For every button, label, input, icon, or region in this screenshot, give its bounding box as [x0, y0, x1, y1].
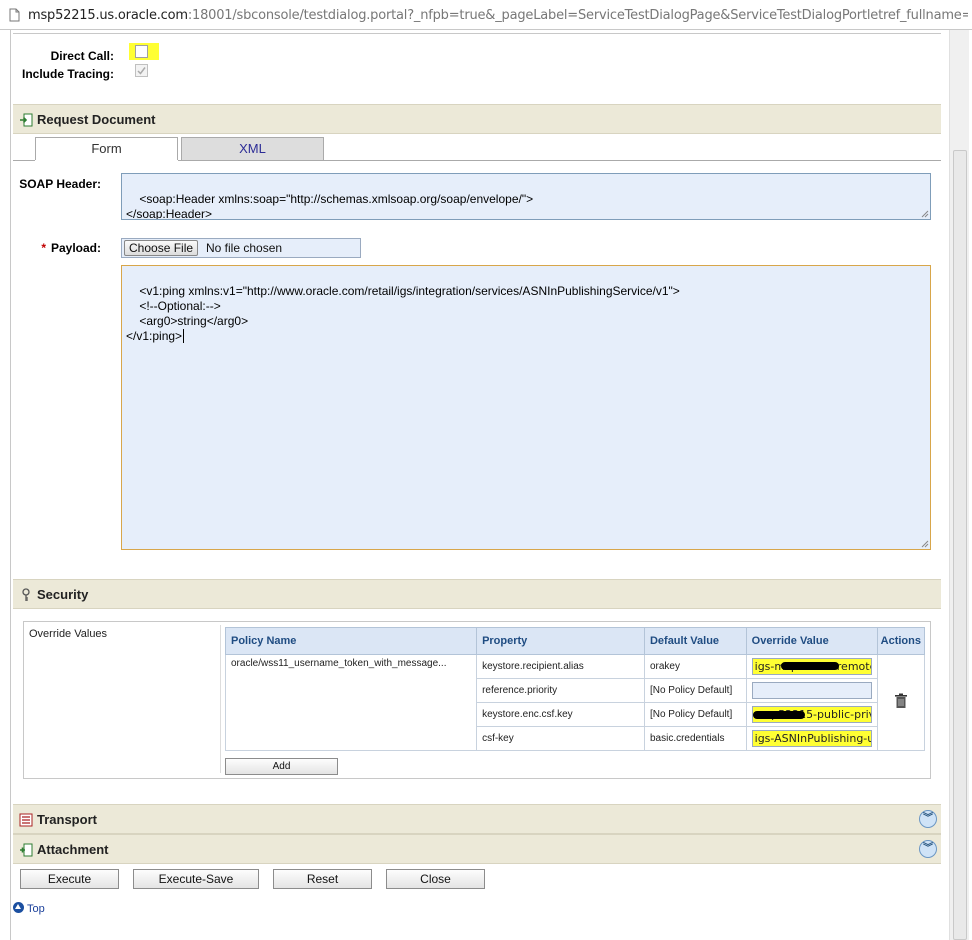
divider [220, 625, 221, 773]
tab-form[interactable]: Form [35, 137, 178, 161]
column-header-default-value: Default Value [643, 627, 747, 655]
url-path: :18001/sbconsole/testdialog.portal?_nfpb… [187, 8, 968, 23]
property-cell: csf-key [476, 726, 645, 751]
column-header-property: Property [476, 627, 645, 655]
attachment-icon [20, 843, 33, 857]
resize-grip-icon [921, 210, 929, 218]
override-value-cell: msp52215-public-private [745, 702, 878, 727]
soap-header-text: <soap:Header xmlns:soap="http://schemas.… [126, 192, 534, 220]
choose-file-button[interactable]: Choose File [124, 240, 199, 256]
required-marker: * [41, 241, 46, 255]
request-document-section-header[interactable]: Request Document [13, 104, 941, 134]
no-file-chosen-text: No file chosen [206, 241, 283, 255]
soap-header-textarea[interactable]: <soap:Header xmlns:soap="http://schemas.… [121, 173, 931, 220]
key-icon [22, 588, 30, 601]
override-value-cell: igs-msp52215-remote-ho [745, 654, 878, 679]
direct-call-label: Direct Call: [50, 49, 114, 63]
attachment-title: Attachment [37, 842, 109, 857]
redaction-scribble [780, 662, 839, 670]
default-value-cell: basic.credentials [643, 726, 747, 751]
property-cell: keystore.enc.csf.key [476, 702, 645, 727]
security-section-header[interactable]: Security [13, 579, 941, 609]
url-text[interactable]: msp52215.us.oracle.com:18001/sbconsole/t… [28, 8, 968, 23]
add-override-button[interactable]: Add [225, 758, 338, 775]
actions-cell [876, 654, 926, 751]
expand-attachment-icon[interactable]: ︾ [919, 840, 937, 858]
divider [13, 33, 941, 34]
table-header-row: Policy Name Property Default Value Overr… [224, 627, 926, 655]
payload-label-text: Payload: [50, 241, 101, 255]
default-value-cell: [No Policy Default] [643, 678, 747, 703]
payload-label: * Payload: [11, 241, 101, 255]
property-cell: keystore.recipient.alias [476, 654, 645, 679]
checkmark-icon [137, 67, 146, 75]
override-value-cell: igs-ASNInPublishing-user [745, 726, 878, 751]
property-cell: reference.priority [476, 678, 645, 703]
transport-icon [19, 813, 33, 827]
policy-name-cell: oracle/wss11_username_token_with_message… [224, 654, 478, 751]
payload-file-input[interactable]: Choose File No file chosen [121, 238, 361, 258]
override-values-label: Override Values [29, 628, 108, 640]
execute-save-button[interactable]: Execute-Save [133, 869, 259, 889]
security-title: Security [37, 587, 89, 602]
test-console-page: Direct Call: Include Tracing: Request Do… [10, 30, 942, 940]
payload-textarea[interactable]: <v1:ping xmlns:v1="http://www.oracle.com… [121, 265, 931, 550]
top-link[interactable]: Top [13, 902, 45, 915]
scrollbar-thumb[interactable] [953, 150, 967, 940]
text-cursor [183, 329, 185, 343]
column-header-override-value: Override Value [745, 627, 878, 655]
column-header-actions: Actions [876, 627, 926, 655]
direct-call-checkbox[interactable] [135, 45, 148, 58]
redaction-scribble [752, 711, 805, 719]
page-icon [9, 8, 20, 22]
table-row: oracle/wss11_username_token_with_message… [224, 654, 926, 751]
tab-xml[interactable]: XML [181, 137, 324, 161]
default-value-cell: [No Policy Default] [643, 702, 747, 727]
execute-button[interactable]: Execute [20, 869, 119, 889]
security-policy-table: Policy Name Property Default Value Overr… [224, 627, 926, 751]
active-tab-gap [35, 160, 178, 161]
vertical-scrollbar[interactable] [949, 30, 969, 940]
resize-grip-icon [921, 540, 929, 548]
close-button[interactable]: Close [386, 869, 485, 889]
request-document-title: Request Document [37, 112, 156, 127]
attachment-section-header[interactable]: Attachment ︾ [13, 834, 941, 864]
include-tracing-checkbox[interactable] [135, 64, 148, 77]
arrow-up-icon [13, 902, 24, 913]
transport-title: Transport [37, 812, 97, 827]
url-host: msp52215.us.oracle.com [28, 8, 188, 23]
override-value-cell [745, 678, 878, 703]
expand-transport-icon[interactable]: ︾ [919, 810, 937, 828]
column-header-policy-name: Policy Name [224, 627, 478, 655]
soap-header-label: SOAP Header: [19, 177, 101, 191]
override-value-input[interactable] [751, 682, 872, 699]
transport-section-header[interactable]: Transport ︾ [13, 804, 941, 834]
reset-button[interactable]: Reset [273, 869, 372, 889]
trash-icon[interactable] [894, 693, 908, 709]
payload-text: <v1:ping xmlns:v1="http://www.oracle.com… [126, 284, 680, 343]
default-value-cell: orakey [643, 654, 747, 679]
include-tracing-label: Include Tracing: [21, 67, 114, 81]
top-link-label: Top [27, 903, 45, 915]
browser-url-bar[interactable]: msp52215.us.oracle.com:18001/sbconsole/t… [0, 0, 972, 30]
override-value-input[interactable]: igs-ASNInPublishing-user [751, 730, 872, 747]
request-document-icon [20, 113, 33, 127]
